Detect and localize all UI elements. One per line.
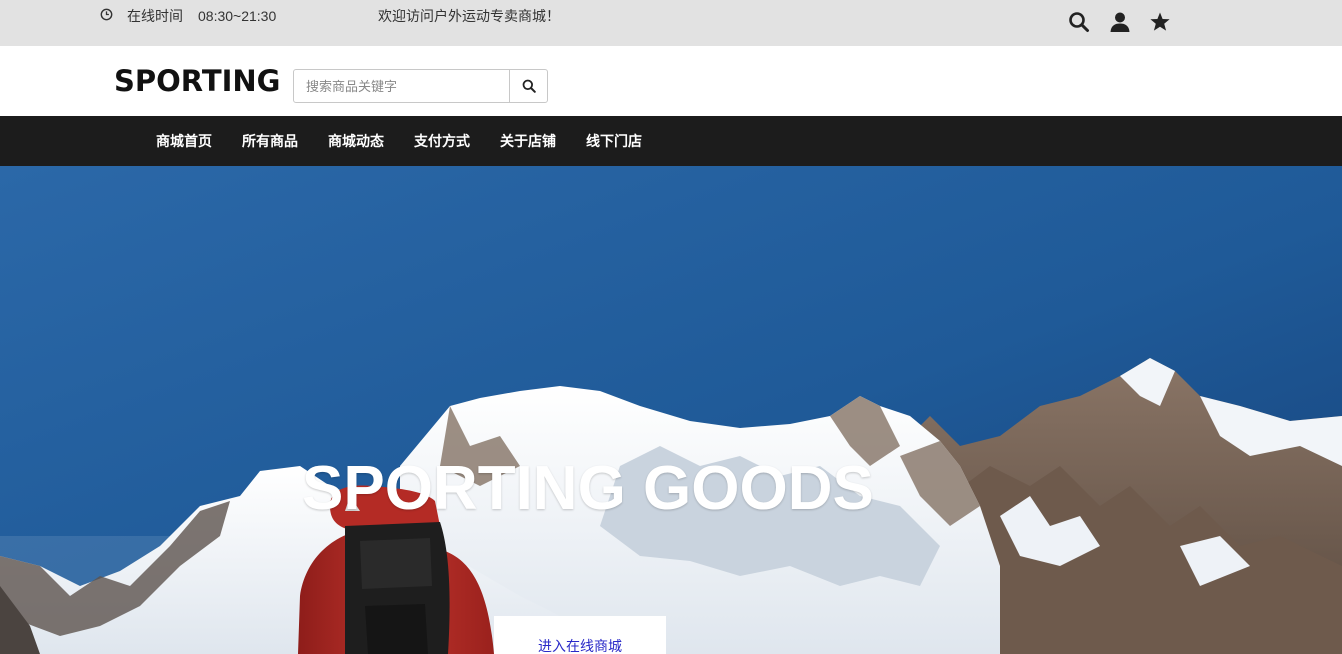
hero-banner: SPORTING GOODS 进入在线商城 — [0, 166, 1342, 654]
nav-item-home[interactable]: 商城首页 — [156, 132, 212, 150]
header: SPORTING — [0, 46, 1342, 116]
star-icon[interactable] — [1149, 11, 1171, 33]
nav-item-all-products[interactable]: 所有商品 — [242, 132, 298, 150]
welcome-message: 欢迎访问户外运动专卖商城！ — [378, 8, 560, 24]
main-nav: 商城首页 所有商品 商城动态 支付方式 关于店铺 线下门店 — [0, 116, 1342, 166]
nav-item-stores[interactable]: 线下门店 — [586, 132, 642, 150]
search-icon — [522, 79, 536, 93]
hero-title: SPORTING GOODS — [302, 454, 874, 523]
search-icon[interactable] — [1068, 11, 1090, 33]
business-hours-label: 在线时间 — [127, 8, 183, 24]
search-box — [293, 69, 548, 103]
search-button[interactable] — [509, 70, 547, 102]
clock-icon — [100, 8, 113, 21]
user-icon[interactable] — [1109, 11, 1131, 33]
logo[interactable]: SPORTING — [114, 64, 280, 98]
nav-item-news[interactable]: 商城动态 — [328, 132, 384, 150]
hero-mountain-image — [0, 166, 1342, 654]
business-hours-value: 08:30~21:30 — [198, 8, 277, 24]
top-bar: 在线时间 08:30~21:30 欢迎访问户外运动专卖商城！ — [0, 0, 1342, 46]
enter-shop-button[interactable]: 进入在线商城 — [494, 616, 666, 654]
nav-item-payment[interactable]: 支付方式 — [414, 132, 470, 150]
search-input[interactable] — [294, 70, 509, 102]
nav-item-about[interactable]: 关于店铺 — [500, 132, 556, 150]
